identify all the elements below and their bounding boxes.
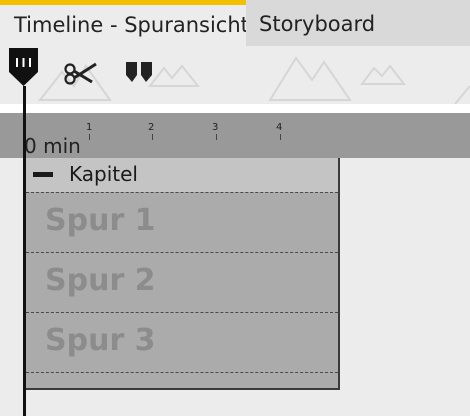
chapter-title: Kapitel bbox=[69, 162, 138, 186]
ruler-tick bbox=[152, 134, 153, 140]
split-marker-icon[interactable] bbox=[124, 60, 156, 88]
track-divider bbox=[26, 252, 338, 253]
tab-timeline-spuransicht[interactable]: Timeline - Spuransicht bbox=[0, 0, 249, 46]
playhead-marker-icon[interactable] bbox=[7, 46, 40, 90]
track-label: Spur 1 bbox=[45, 203, 156, 238]
ruler-tick bbox=[89, 134, 90, 140]
ruler-tick-label: 2 bbox=[148, 122, 155, 133]
track-divider bbox=[26, 372, 338, 373]
track-label: Spur 2 bbox=[45, 263, 156, 298]
ruler-tick bbox=[280, 134, 281, 140]
ruler-tick-label: 4 bbox=[276, 122, 283, 133]
tab-storyboard[interactable]: Storyboard bbox=[246, 0, 470, 46]
track-label: Spur 3 bbox=[45, 323, 156, 358]
toolbar-separator bbox=[0, 104, 470, 113]
collapse-icon[interactable] bbox=[33, 172, 53, 177]
track-divider bbox=[26, 312, 338, 313]
ruler-start-label: 0 min bbox=[24, 134, 81, 158]
ruler-tick-label: 3 bbox=[212, 122, 219, 133]
scissors-icon[interactable] bbox=[62, 58, 102, 90]
ruler-tick-label: 1 bbox=[86, 122, 93, 133]
ruler-tick bbox=[216, 134, 217, 140]
playhead-line[interactable] bbox=[23, 86, 26, 416]
track-divider bbox=[26, 192, 338, 193]
